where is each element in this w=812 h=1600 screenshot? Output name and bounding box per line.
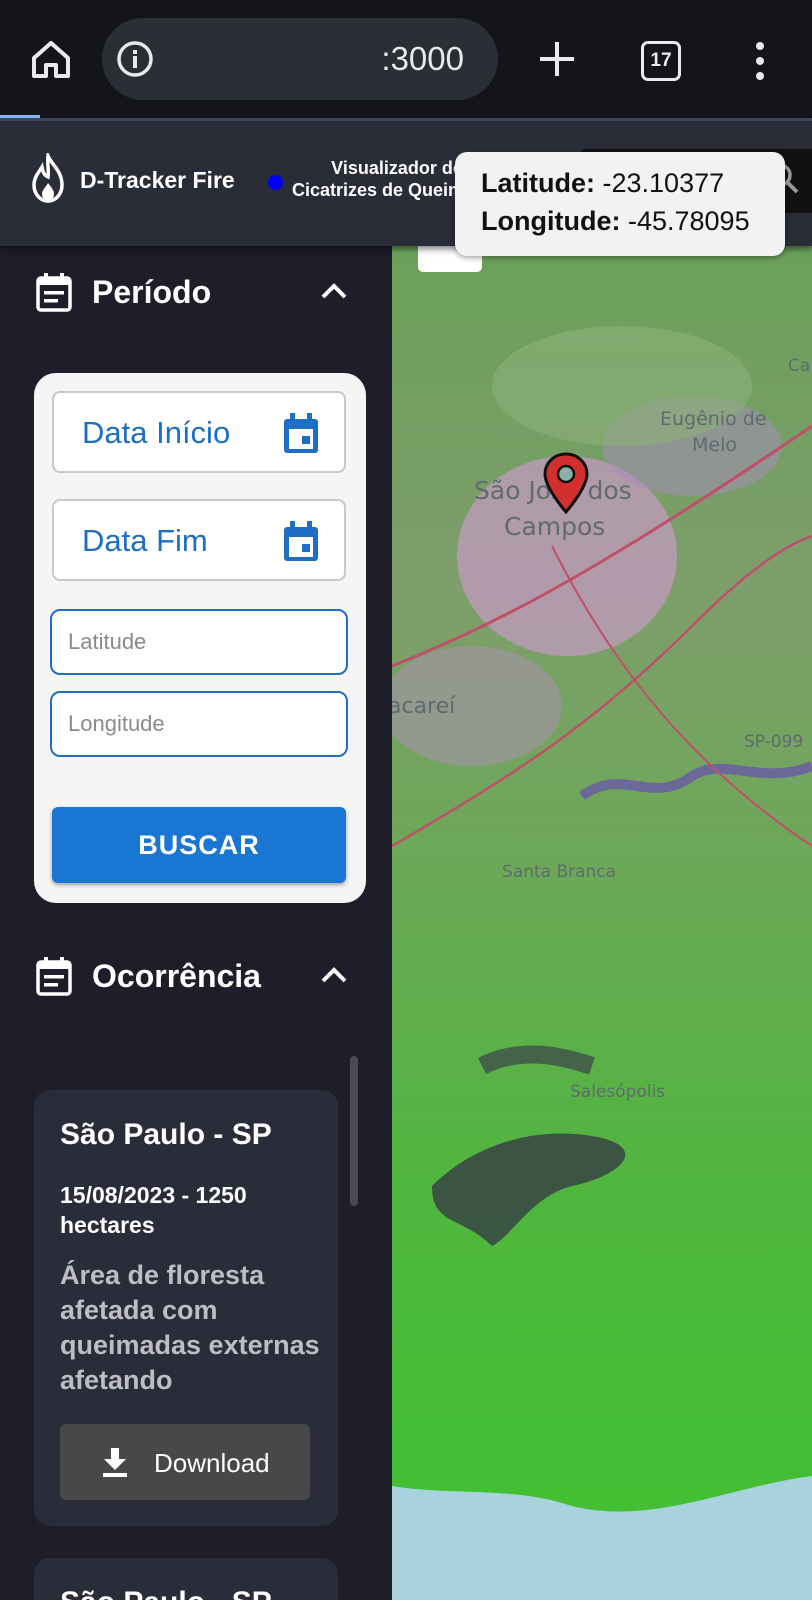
chevron-up-icon[interactable] [320, 964, 348, 984]
occurrence-card: São Paulo - SP [34, 1558, 338, 1600]
map-label-santa-branca: Santa Branca [502, 862, 617, 882]
page-load-progress [0, 115, 40, 118]
search-button[interactable]: BUSCAR [52, 807, 346, 883]
map-label-eugenio: Eugênio de [660, 408, 767, 430]
browser-toolbar: :3000 17 [0, 0, 812, 121]
new-tab-icon[interactable] [534, 36, 580, 82]
flame-icon [32, 153, 64, 203]
coordinate-tooltip: Latitude: -23.10377 Longitude: -45.78095 [455, 152, 785, 256]
filter-card: Data Início Data Fim BUSCAR [34, 373, 366, 903]
longitude-value: -45.78095 [627, 206, 750, 236]
periodo-title: Período [92, 274, 212, 310]
occurrence-city: São Paulo - SP [60, 1586, 272, 1600]
date-start-label: Data Início [82, 415, 231, 450]
latitude-value: -23.10377 [602, 168, 725, 198]
date-end-field[interactable]: Data Fim [52, 499, 346, 581]
periodo-section-header[interactable]: Período [36, 268, 356, 318]
longitude-input[interactable] [50, 691, 348, 757]
ocorrencia-title: Ocorrência [92, 958, 261, 994]
map-label-salesopolis: Salesópolis [570, 1082, 666, 1102]
map-label-sp099: SP-099 [744, 732, 804, 752]
calendar-icon[interactable] [282, 521, 320, 563]
download-icon [103, 1448, 127, 1477]
date-start-field[interactable]: Data Início [52, 391, 346, 473]
map-label-eugenio-2: Melo [692, 434, 737, 456]
calendar-icon [36, 273, 72, 312]
satellite-map[interactable] [392, 246, 812, 1600]
ocorrencia-section-header[interactable]: Ocorrência [36, 952, 356, 1002]
tab-count: 17 [650, 50, 672, 71]
location-pin-icon[interactable] [542, 452, 590, 516]
calendar-icon [36, 957, 72, 996]
occurrence-meta: 15/08/2023 - 1250 hectares [60, 1180, 320, 1240]
latitude-readout: Latitude: -23.10377 [481, 168, 724, 199]
map-view[interactable]: São José dos Campos Eugênio de Melo acar… [392, 246, 812, 1600]
list-scrollbar[interactable] [350, 1056, 358, 1206]
latitude-label: Latitude: [481, 168, 595, 198]
calendar-icon[interactable] [282, 413, 320, 455]
address-bar[interactable]: :3000 [102, 18, 498, 100]
status-indicator [268, 175, 283, 190]
map-label-ca: Ca [788, 356, 811, 376]
sidebar: Período Data Início Data Fim Latitude Lo… [0, 246, 392, 1600]
latitude-input[interactable] [50, 609, 348, 675]
download-button[interactable]: Download [60, 1424, 310, 1500]
longitude-label: Longitude: [481, 206, 621, 236]
home-icon[interactable] [28, 36, 74, 82]
chevron-up-icon[interactable] [320, 280, 348, 300]
occurrence-area-unit: hectares [60, 1212, 155, 1238]
map-label-sjc-2: Campos [504, 512, 606, 541]
tab-switcher-button[interactable]: 17 [641, 41, 681, 81]
occurrence-city: São Paulo - SP [60, 1118, 272, 1151]
more-menu-icon[interactable] [748, 38, 772, 84]
occurrence-card: São Paulo - SP 15/08/2023 - 1250 hectare… [34, 1090, 338, 1526]
url-text: :3000 [381, 40, 464, 77]
download-label: Download [154, 1448, 270, 1478]
map-label-jacarei: acareí [392, 694, 456, 719]
longitude-readout: Longitude: -45.78095 [481, 206, 750, 237]
app-brand[interactable]: D-Tracker Fire [80, 167, 235, 194]
date-end-label: Data Fim [82, 523, 208, 558]
occurrence-date-area: 15/08/2023 - 1250 [60, 1182, 247, 1208]
info-icon[interactable] [116, 40, 154, 78]
occurrence-description: Área de floresta afetada com queimadas e… [60, 1260, 320, 1395]
